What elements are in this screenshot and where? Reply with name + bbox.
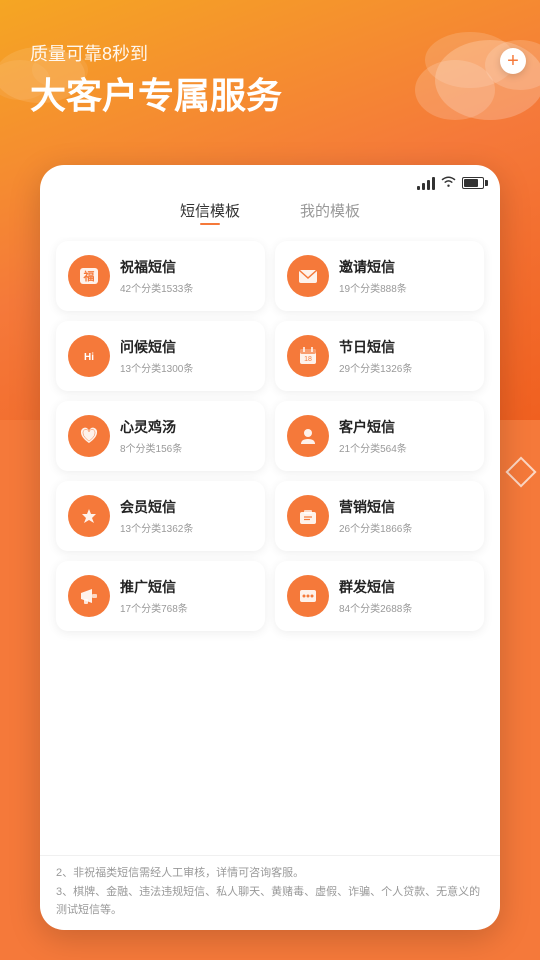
list-item[interactable]: 邀请短信 19个分类888条	[275, 241, 484, 311]
diamond-decoration	[505, 456, 536, 487]
marketing-sms-icon	[287, 495, 329, 537]
holiday-sms-title: 节日短信	[339, 337, 472, 357]
holiday-sms-icon: 18	[287, 335, 329, 377]
inspiration-sms-title: 心灵鸡汤	[120, 417, 253, 437]
marketing-sms-subtitle: 26个分类1866条	[339, 520, 472, 535]
invite-sms-title: 邀请短信	[339, 257, 472, 277]
wifi-icon	[441, 175, 456, 190]
list-item[interactable]: 18 节日短信 29个分类1326条	[275, 321, 484, 391]
notice-line-1: 2、非祝福类短信需经人工审核，详情可咨询客服。	[56, 864, 484, 883]
signal-icon	[417, 176, 435, 190]
customer-sms-title: 客户短信	[339, 417, 472, 437]
invite-sms-icon	[287, 255, 329, 297]
svg-text:18: 18	[304, 356, 312, 363]
notice-area: 2、非祝福类短信需经人工审核，详情可咨询客服。 3、棋牌、金融、违法违规短信、私…	[40, 855, 500, 930]
svg-text:福: 福	[83, 269, 95, 283]
battery-icon	[462, 177, 484, 189]
greeting-sms-subtitle: 13个分类1300条	[120, 360, 253, 375]
invite-sms-text: 邀请短信 19个分类888条	[339, 257, 472, 295]
list-item[interactable]: 群发短信 84个分类2688条	[275, 561, 484, 631]
broadcast-sms-subtitle: 84个分类2688条	[339, 600, 472, 615]
sms-category-grid: 福 祝福短信 42个分类1533条 邀请短信 19	[56, 241, 484, 631]
promo-sms-title: 推广短信	[120, 577, 253, 597]
broadcast-sms-title: 群发短信	[339, 577, 472, 597]
tab-bar: 短信模板 我的模板	[40, 194, 500, 237]
promo-sms-text: 推广短信 17个分类768条	[120, 577, 253, 615]
list-item[interactable]: 营销短信 26个分类1866条	[275, 481, 484, 551]
list-item[interactable]: 推广短信 17个分类768条	[56, 561, 265, 631]
customer-sms-icon	[287, 415, 329, 457]
member-sms-subtitle: 13个分类1362条	[120, 520, 253, 535]
member-sms-text: 会员短信 13个分类1362条	[120, 497, 253, 535]
blessing-sms-subtitle: 42个分类1533条	[120, 280, 253, 295]
blessing-sms-icon: 福	[68, 255, 110, 297]
greeting-sms-text: 问候短信 13个分类1300条	[120, 337, 253, 375]
notice-line-2: 3、棋牌、金融、违法违规短信、私人聊天、黄赌毒、虚假、诈骗、个人贷款、无意义的测…	[56, 883, 484, 920]
status-bar	[40, 165, 500, 194]
broadcast-sms-text: 群发短信 84个分类2688条	[339, 577, 472, 615]
blessing-sms-title: 祝福短信	[120, 257, 253, 277]
customer-sms-text: 客户短信 21个分类564条	[339, 417, 472, 455]
member-sms-title: 会员短信	[120, 497, 253, 517]
greeting-sms-title: 问候短信	[120, 337, 253, 357]
promo-sms-icon	[68, 575, 110, 617]
member-sms-icon	[68, 495, 110, 537]
add-template-button[interactable]: +	[500, 48, 526, 74]
header-subtitle: 质量可靠8秒到	[30, 40, 510, 66]
grid-area: 福 祝福短信 42个分类1533条 邀请短信 19	[40, 237, 500, 855]
greeting-sms-icon: Hi	[68, 335, 110, 377]
broadcast-sms-icon	[287, 575, 329, 617]
inspiration-sms-subtitle: 8个分类156条	[120, 440, 253, 455]
blessing-sms-text: 祝福短信 42个分类1533条	[120, 257, 253, 295]
invite-sms-subtitle: 19个分类888条	[339, 280, 472, 295]
inspiration-sms-icon	[68, 415, 110, 457]
customer-sms-subtitle: 21个分类564条	[339, 440, 472, 455]
list-item[interactable]: 心灵鸡汤 8个分类156条	[56, 401, 265, 471]
header-title: 大客户专属服务	[30, 74, 510, 117]
promo-sms-subtitle: 17个分类768条	[120, 600, 253, 615]
inspiration-sms-text: 心灵鸡汤 8个分类156条	[120, 417, 253, 455]
marketing-sms-text: 营销短信 26个分类1866条	[339, 497, 472, 535]
list-item[interactable]: Hi 问候短信 13个分类1300条	[56, 321, 265, 391]
list-item[interactable]: 客户短信 21个分类564条	[275, 401, 484, 471]
marketing-sms-title: 营销短信	[339, 497, 472, 517]
svg-text:Hi: Hi	[84, 352, 94, 363]
holiday-sms-text: 节日短信 29个分类1326条	[339, 337, 472, 375]
phone-card: 短信模板 我的模板 福 祝福短信 42个分类1533条	[40, 165, 500, 930]
list-item[interactable]: 福 祝福短信 42个分类1533条	[56, 241, 265, 311]
list-item[interactable]: 会员短信 13个分类1362条	[56, 481, 265, 551]
holiday-sms-subtitle: 29个分类1326条	[339, 360, 472, 375]
tab-sms-template[interactable]: 短信模板	[180, 200, 240, 225]
header-area: 质量可靠8秒到 大客户专属服务	[0, 40, 540, 117]
tab-my-template[interactable]: 我的模板	[300, 200, 360, 225]
